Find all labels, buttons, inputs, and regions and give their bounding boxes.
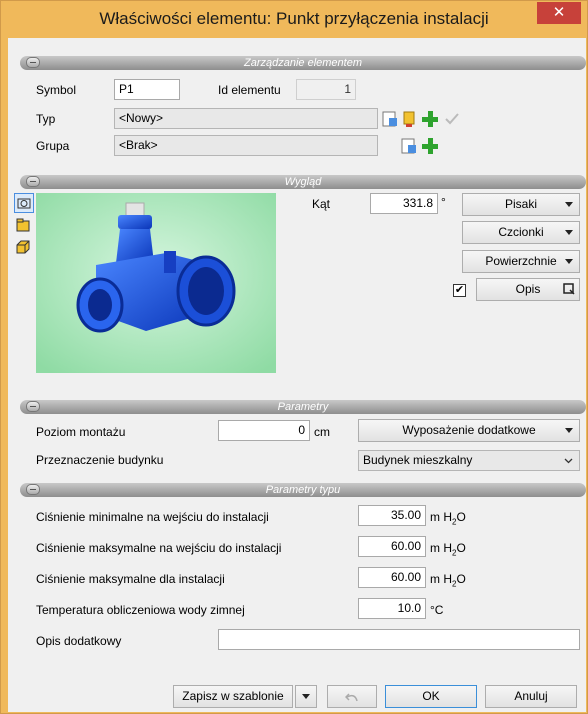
fonts-dropdown[interactable]: Czcionki [462, 221, 580, 244]
unit-label: m H2O [430, 510, 466, 526]
type-param-label: Ciśnienie maksymalne na wejściu do insta… [36, 541, 282, 555]
title-bar[interactable]: Właściwości elementu: Punkt przyłączenia… [1, 1, 587, 39]
purpose-value: Budynek mieszkalny [363, 453, 473, 467]
id-label: Id elementu [218, 83, 281, 97]
pens-label: Pisaki [504, 197, 537, 211]
chevron-down-icon [564, 458, 573, 464]
temperature-input[interactable]: 10.0 [358, 598, 426, 619]
type-param-label: Temperatura obliczeniowa wody zimnej [36, 603, 245, 617]
save-template-button[interactable]: Zapisz w szablonie [173, 685, 293, 708]
section-title: Parametry [277, 401, 329, 413]
desc-checkbox[interactable]: ✔ [453, 284, 466, 297]
chevron-down-icon [565, 230, 573, 235]
group-field[interactable]: <Brak> [114, 135, 378, 156]
equipment-label: Wyposażenie dodatkowe [402, 423, 536, 437]
plus-icon[interactable] [420, 136, 440, 156]
chevron-down-icon [302, 694, 310, 699]
id-field: 1 [296, 79, 356, 100]
edit-icon[interactable] [380, 109, 400, 129]
surfaces-dropdown[interactable]: Powierzchnie [462, 250, 580, 273]
view-3d-icon[interactable] [14, 193, 34, 213]
unit-label: m H2O [430, 541, 466, 557]
dialog-client: Zarządzanie elementem Symbol P1 Id eleme… [8, 38, 586, 712]
unit-label: m H2O [430, 572, 466, 588]
section-type-parameters[interactable]: Parametry typu [20, 483, 586, 497]
symbol-input[interactable]: P1 [114, 79, 180, 100]
undo-button[interactable] [327, 685, 377, 708]
chevron-down-icon [565, 428, 573, 433]
type-param-label: Ciśnienie minimalne na wejściu do instal… [36, 510, 269, 524]
plus-icon[interactable] [420, 109, 440, 129]
extra-label: Opis dodatkowy [36, 634, 122, 648]
undo-icon [345, 693, 358, 702]
window-title: Właściwości elementu: Punkt przyłączenia… [99, 9, 489, 28]
section-management[interactable]: Zarządzanie elementem [20, 56, 586, 70]
close-button[interactable]: ✕ [537, 2, 581, 24]
section-title: Zarządzanie elementem [243, 57, 362, 69]
type-param-label: Ciśnienie maksymalne dla instalacji [36, 572, 225, 586]
symbol-label: Symbol [36, 83, 77, 97]
section-title: Parametry typu [265, 484, 341, 496]
max-in-pressure-input[interactable]: 60.00 [358, 536, 426, 557]
chevron-down-icon [565, 259, 573, 264]
window-icon [563, 283, 575, 295]
fonts-label: Czcionki [498, 225, 544, 239]
desc-button[interactable]: Opis [476, 278, 580, 301]
unit-text: m H [430, 572, 452, 586]
view-side-icon[interactable] [14, 216, 34, 236]
max-pressure-input[interactable]: 60.00 [358, 567, 426, 588]
unit-tail: O [456, 541, 466, 555]
element-preview [36, 193, 276, 373]
cancel-button[interactable]: Anuluj [485, 685, 577, 708]
pens-dropdown[interactable]: Pisaki [462, 193, 580, 216]
type-label: Typ [36, 112, 56, 126]
mount-unit: cm [314, 425, 330, 439]
view-box-icon[interactable] [14, 238, 34, 258]
purpose-select[interactable]: Budynek mieszkalny [358, 450, 580, 471]
mount-label: Poziom montażu [36, 425, 126, 439]
angle-label: Kąt [312, 197, 331, 211]
section-title: Wygląd [284, 176, 322, 188]
group-label: Grupa [36, 139, 70, 153]
min-pressure-input[interactable]: 35.00 [358, 505, 426, 526]
unit-tail: O [456, 510, 466, 524]
unit-tail: O [456, 572, 466, 586]
section-parameters[interactable]: Parametry [20, 400, 586, 414]
unit-text: m H [430, 541, 452, 555]
chevron-down-icon [565, 202, 573, 207]
surfaces-label: Powierzchnie [485, 254, 557, 268]
type-field[interactable]: <Nowy> [114, 108, 378, 129]
angle-unit: ° [441, 195, 446, 209]
section-appearance[interactable]: Wygląd [20, 175, 586, 189]
ok-button[interactable]: OK [385, 685, 477, 708]
mount-input[interactable]: 0 [218, 420, 310, 441]
extra-input[interactable] [218, 629, 580, 650]
angle-input[interactable]: 331.8 [370, 193, 438, 214]
equipment-dropdown[interactable]: Wyposażenie dodatkowe [358, 419, 580, 442]
close-icon: ✕ [552, 4, 566, 21]
unit-label: °C [430, 603, 444, 617]
edit-icon[interactable] [399, 136, 419, 156]
check-icon[interactable] [442, 109, 462, 129]
unit-text: m H [430, 510, 452, 524]
purpose-label: Przeznaczenie budynku [36, 453, 164, 467]
save-template-dropdown[interactable] [295, 685, 317, 708]
desc-label: Opis [515, 282, 541, 296]
bookmark-icon[interactable] [399, 109, 419, 129]
